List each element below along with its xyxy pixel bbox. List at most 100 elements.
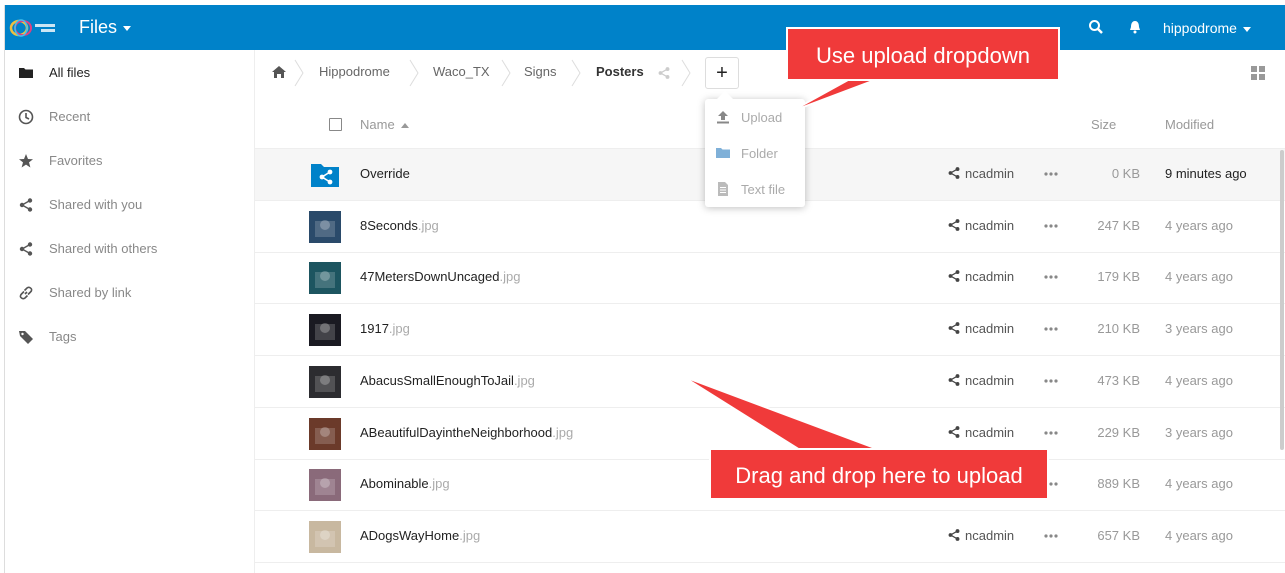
- share-icon[interactable]: [657, 66, 671, 80]
- share-owner[interactable]: ncadmin: [965, 425, 1014, 440]
- file-size: 0 KB: [1111, 166, 1140, 181]
- file-name[interactable]: ADogsWayHome.jpg: [360, 528, 480, 543]
- select-all-checkbox[interactable]: [329, 118, 342, 131]
- sidebar: All files Recent Favorites Shared with y…: [5, 50, 255, 573]
- table-row[interactable]: 1917.jpg ncadmin 210 KB 3 years ago: [255, 304, 1285, 357]
- file-modified: 3 years ago: [1165, 424, 1233, 440]
- file-basename: 47MetersDownUncaged: [360, 269, 500, 285]
- new-file-button[interactable]: +: [705, 57, 739, 89]
- column-name-header[interactable]: Name: [360, 117, 409, 132]
- sidebar-item-shared-with-others[interactable]: Shared with others: [5, 226, 254, 270]
- more-actions-icon[interactable]: [1043, 167, 1059, 181]
- sidebar-item-shared-by-link[interactable]: Shared by link: [5, 270, 254, 314]
- file-size: 657 KB: [1097, 527, 1140, 543]
- more-actions-icon[interactable]: [1043, 322, 1059, 336]
- file-modified: 4 years ago: [1165, 269, 1233, 285]
- menu-item-folder[interactable]: Folder: [705, 135, 805, 171]
- image-thumbnail: [309, 469, 341, 502]
- top-header: Files hippodrome: [5, 5, 1285, 50]
- sidebar-item-label: Tags: [49, 329, 77, 344]
- sidebar-item-all-files[interactable]: All files: [5, 50, 254, 94]
- share-owner[interactable]: ncadmin: [965, 528, 1014, 543]
- sidebar-item-tags[interactable]: Tags: [5, 314, 254, 358]
- upload-callout: Use upload dropdown: [786, 27, 1060, 81]
- bell-icon[interactable]: [1127, 19, 1143, 35]
- file-basename: Abominable: [360, 476, 429, 492]
- app-switcher[interactable]: Files: [79, 17, 132, 38]
- text-file-icon: [718, 182, 728, 196]
- share-icon[interactable]: [947, 218, 961, 232]
- table-row[interactable]: 8Seconds.jpg ncadmin 247 KB 4 years ago: [255, 201, 1285, 253]
- file-extension: .jpg: [499, 269, 521, 285]
- table-row[interactable]: AbacusSmallEnoughToJail.jpg ncadmin 473 KB…: [255, 356, 1285, 408]
- more-actions-icon[interactable]: [1043, 374, 1059, 388]
- home-icon[interactable]: [271, 65, 287, 79]
- file-modified: 4 years ago: [1165, 527, 1233, 543]
- share-icon[interactable]: [947, 321, 961, 335]
- file-name[interactable]: Abominable.jpg: [360, 476, 450, 491]
- file-name[interactable]: 8Seconds.jpg: [360, 218, 439, 233]
- chevron-right-icon: [501, 59, 511, 87]
- share-icon[interactable]: [947, 528, 961, 542]
- file-name[interactable]: AbacusSmallEnoughToJail.jpg: [360, 373, 535, 388]
- star-icon: [19, 154, 33, 168]
- file-size: 473 KB: [1097, 372, 1140, 388]
- menu-item-text-file[interactable]: Text file: [705, 171, 805, 207]
- sidebar-item-label: All files: [49, 65, 91, 80]
- sidebar-item-label: Shared with others: [49, 241, 158, 256]
- file-name[interactable]: Override: [360, 166, 410, 181]
- chevron-right-icon: [571, 59, 581, 87]
- file-name[interactable]: 47MetersDownUncaged.jpg: [360, 269, 520, 284]
- file-extension: .jpg: [513, 372, 535, 388]
- nextcloud-logo[interactable]: [9, 16, 71, 40]
- grid-view-icon[interactable]: [1251, 66, 1265, 80]
- table-row[interactable]: ADogsWayHome.jpg ncadmin 657 KB 4 years ago: [255, 511, 1285, 563]
- share-owner[interactable]: ncadmin: [965, 218, 1014, 233]
- menu-item-label: Upload: [741, 110, 783, 125]
- more-actions-icon[interactable]: [1043, 426, 1059, 440]
- menu-item-label: Folder: [741, 146, 778, 161]
- table-row[interactable]: 47MetersDownUncaged.jpg ncadmin 179 KB 4 ye…: [255, 252, 1285, 305]
- breadcrumb-item-hippodrome[interactable]: Hippodrome: [319, 64, 390, 79]
- share-icon[interactable]: [947, 373, 961, 387]
- share-icon[interactable]: [947, 425, 961, 439]
- column-modified-header[interactable]: Modified: [1165, 117, 1214, 132]
- upload-icon: [717, 111, 729, 124]
- share-owner[interactable]: ncadmin: [965, 373, 1014, 388]
- breadcrumb-item-waco-tx[interactable]: Waco_TX: [433, 64, 490, 79]
- file-basename: 1917: [360, 321, 389, 337]
- folder-icon: [19, 68, 33, 78]
- search-icon[interactable]: [1088, 19, 1104, 35]
- breadcrumb-item-signs[interactable]: Signs: [524, 64, 557, 79]
- menu-item-upload[interactable]: Upload: [705, 99, 805, 135]
- share-owner[interactable]: ncadmin: [965, 166, 1014, 181]
- share-owner[interactable]: ncadmin: [965, 269, 1014, 284]
- share-owner[interactable]: ncadmin: [965, 321, 1014, 336]
- share-icon[interactable]: [947, 166, 961, 180]
- menu-arrow: [717, 91, 733, 99]
- image-thumbnail: [309, 314, 341, 347]
- file-basename: ADogsWayHome: [360, 527, 460, 543]
- column-size-header[interactable]: Size: [1091, 117, 1116, 132]
- breadcrumb-item-posters[interactable]: Posters: [596, 64, 644, 79]
- sidebar-item-shared-with-you[interactable]: Shared with you: [5, 182, 254, 226]
- image-thumbnail: [309, 365, 341, 398]
- chevron-right-icon: [294, 59, 304, 87]
- file-modified: 9 minutes ago: [1165, 166, 1247, 181]
- sidebar-item-favorites[interactable]: Favorites: [5, 138, 254, 182]
- more-actions-icon[interactable]: [1043, 529, 1059, 543]
- file-name[interactable]: ABeautifulDayintheNeighborhood.jpg: [360, 425, 573, 440]
- file-basename: ABeautifulDayintheNeighborhood: [360, 424, 553, 440]
- image-thumbnail: [309, 210, 341, 243]
- scrollbar[interactable]: [1280, 150, 1284, 450]
- share-icon[interactable]: [947, 269, 961, 283]
- chevron-down-icon: [123, 25, 132, 31]
- more-actions-icon[interactable]: [1043, 270, 1059, 284]
- user-menu[interactable]: hippodrome: [1163, 20, 1251, 36]
- file-name[interactable]: 1917.jpg: [360, 321, 410, 336]
- sidebar-item-label: Shared with you: [49, 197, 143, 212]
- sidebar-item-recent[interactable]: Recent: [5, 94, 254, 138]
- more-actions-icon[interactable]: [1043, 219, 1059, 233]
- chevron-right-icon: [681, 59, 691, 87]
- username-label: hippodrome: [1163, 20, 1237, 36]
